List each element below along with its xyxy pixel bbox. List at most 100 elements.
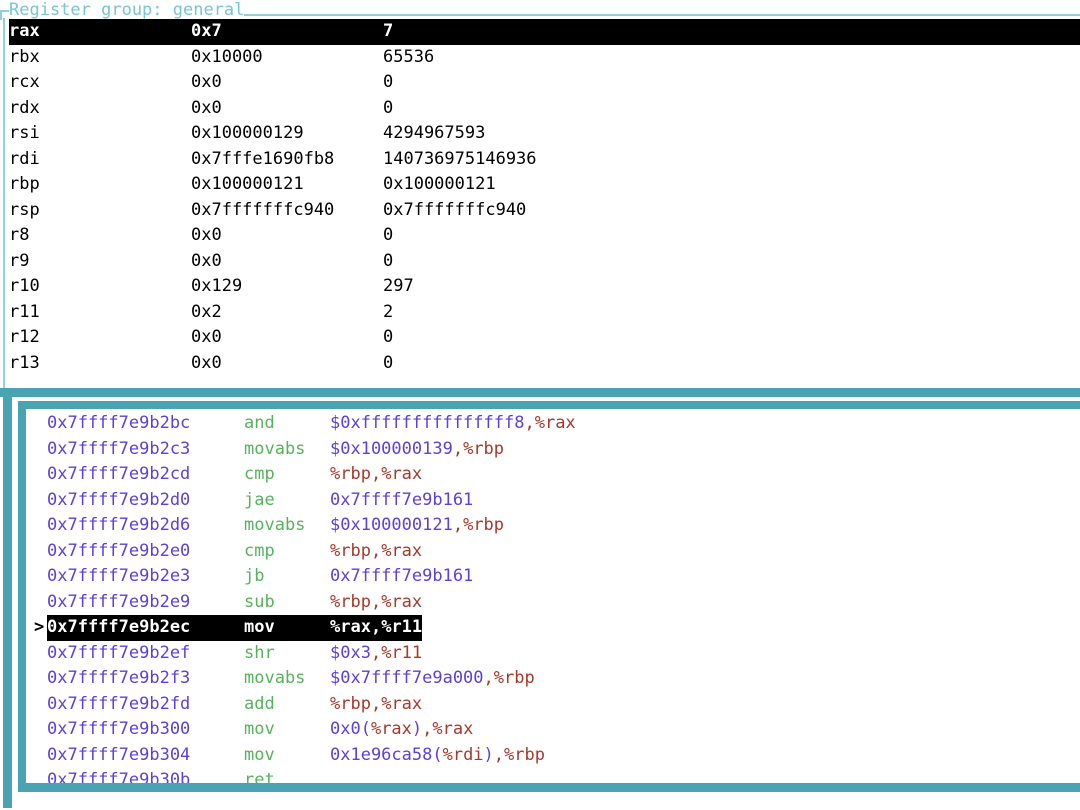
assembly-window-left-border (18, 401, 26, 791)
register-row[interactable]: r8 0x0 0 (9, 223, 1080, 249)
register-name: rsi (9, 123, 40, 143)
register-row[interactable]: r13 0x0 0 (9, 351, 1080, 377)
operand-token-punct: , (422, 719, 433, 739)
register-row[interactable]: rax 0x7 7 (9, 19, 1080, 45)
instruction-operands: $0x100000139,%rbp (330, 437, 504, 463)
register-row[interactable]: rbx 0x10000 65536 (9, 45, 1080, 71)
register-natural-value: 4294967593 (383, 123, 486, 143)
register-natural-value: 140736975146936 (383, 148, 537, 169)
register-natural-value: 0x100000121 (383, 174, 496, 194)
instruction-operands: $0xfffffffffffffff8,%rax (330, 411, 576, 437)
disassembly-line[interactable]: 0x7ffff7e9b2f3 movabs $0x7ffff7e9a000,%rbp (26, 666, 1080, 692)
instruction-mnemonic: cmp (244, 464, 275, 484)
disassembly-line-content: 0x7ffff7e9b2d0 jae 0x7ffff7e9b161 (47, 488, 473, 514)
disassembly-line-content: 0x7ffff7e9b2bc and $0xfffffffffffffff8,%ra… (47, 411, 576, 437)
register-name: rbx (9, 46, 40, 67)
register-natural-value: 7 (383, 21, 394, 41)
disassembly-line[interactable]: 0x7ffff7e9b304 mov 0x1e96ca58(%rdi),%rbp (26, 743, 1080, 769)
instruction-address: 0x7ffff7e9b2ec (47, 617, 191, 637)
operand-token-imm: $0x3 (330, 642, 371, 663)
register-row[interactable]: r11 0x2 2 (9, 300, 1080, 326)
disassembly-line[interactable]: 0x7ffff7e9b2c3 movabs $0x100000139,%rbp (26, 437, 1080, 463)
register-row[interactable]: rcx 0x0 0 (9, 70, 1080, 96)
disassembly-line-content: 0x7ffff7e9b30b ret (47, 768, 330, 783)
instruction-operands: $0x100000121,%rbp (330, 513, 504, 539)
disassembly-line[interactable]: 0x7ffff7e9b2e3 jb 0x7ffff7e9b161 (26, 564, 1080, 590)
operand-token-imm: $0xfffffffffffffff8 (330, 413, 525, 433)
instruction-mnemonic: jae (244, 489, 275, 510)
register-natural-value: 0 (383, 225, 394, 245)
disassembly-line-content: 0x7ffff7e9b2f3 movabs $0x7ffff7e9a000,%rbp (47, 666, 535, 692)
operand-token-reg: %rbp (463, 438, 505, 459)
operand-token-reg: %rdi (442, 744, 484, 765)
instruction-address: 0x7ffff7e9b30b (47, 770, 191, 783)
register-row[interactable]: rdi 0x7fffe1690fb8 140736975146936 (9, 147, 1080, 173)
disassembly-line[interactable]: 0x7ffff7e9b30b ret (26, 768, 1080, 783)
operand-token-punct: , (370, 693, 382, 714)
register-raw-value: 0x2 (191, 301, 222, 322)
disassembly-line-content: 0x7ffff7e9b2ef shr $0x3,%r11 (47, 641, 422, 667)
register-row[interactable]: r9 0x0 0 (9, 249, 1080, 275)
disassembly-line[interactable]: 0x7ffff7e9b2e0 cmp %rbp,%rax (26, 539, 1080, 565)
operand-token-reg: %r11 (381, 642, 423, 663)
operand-token-reg: %rax (370, 719, 412, 739)
register-row[interactable]: r12 0x0 0 (9, 325, 1080, 351)
register-list[interactable]: rax 0x7 7 rbx 0x10000 65536 rcx 0x0 0 rdx 0x0 0 rsi 0… (9, 19, 1080, 376)
operand-token-reg: %rax (381, 464, 423, 484)
operand-token-reg: %rbp (330, 693, 371, 714)
disassembly-line[interactable]: 0x7ffff7e9b2d6 movabs $0x100000121,%rbp (26, 513, 1080, 539)
instruction-address: 0x7ffff7e9b2c3 (47, 438, 191, 459)
register-row[interactable]: rsi 0x100000129 4294967593 (9, 121, 1080, 147)
disassembly-line-content: 0x7ffff7e9b2e0 cmp %rbp,%rax (47, 539, 422, 565)
register-row[interactable]: rsp 0x7fffffffc940 0x7fffffffc940 (9, 198, 1080, 224)
operand-token-punct: , (483, 668, 494, 688)
instruction-operands: $0x3,%r11 (330, 641, 422, 667)
disassembly-line-content: 0x7ffff7e9b2d6 movabs $0x100000121,%rbp (47, 513, 504, 539)
instruction-address: 0x7ffff7e9b2bc (47, 413, 191, 433)
instruction-mnemonic: shr (244, 642, 275, 663)
register-window-left-border (3, 18, 5, 388)
instruction-mnemonic: mov (244, 617, 275, 637)
disassembly-line[interactable]: 0x7ffff7e9b300 mov 0x0(%rax),%rax (26, 717, 1080, 743)
assembly-window-top-border (18, 401, 1080, 409)
instruction-address: 0x7ffff7e9b2fd (47, 693, 191, 714)
disassembly-line[interactable]: 0x7ffff7e9b2ef shr $0x3,%r11 (26, 641, 1080, 667)
assembly-window[interactable]: 0x7ffff7e9b2bc and $0xfffffffffffffff8,%ra… (0, 397, 1080, 810)
operand-token-punct: , (370, 591, 382, 612)
operand-token-reg: %rax (381, 540, 423, 561)
instruction-mnemonic: add (244, 693, 275, 714)
disassembly-line-content: 0x7ffff7e9b2cd cmp %rbp,%rax (47, 462, 422, 488)
register-row[interactable]: r10 0x129 297 (9, 274, 1080, 300)
disassembly-line-content: 0x7ffff7e9b304 mov 0x1e96ca58(%rdi),%rbp (47, 743, 545, 769)
instruction-operands: %rbp,%rax (330, 692, 422, 718)
register-window-title: Register group: general (9, 0, 245, 20)
instruction-address: 0x7ffff7e9b2d6 (47, 515, 191, 535)
register-name: r10 (9, 276, 40, 296)
disassembly-line-current[interactable]: >0x7ffff7e9b2ec mov %rax,%r11 (26, 615, 1080, 641)
register-row[interactable]: rbp 0x100000121 0x100000121 (9, 172, 1080, 198)
instruction-mnemonic: mov (244, 719, 275, 739)
title-horizontal-rule (244, 14, 1080, 16)
operand-token-reg: %rbp (330, 464, 371, 484)
register-raw-value: 0x100000129 (191, 123, 304, 143)
operand-token-punct: , (370, 617, 382, 637)
operand-token-reg: %rbp (493, 668, 535, 688)
register-name: rsp (9, 199, 40, 220)
disassembly-line[interactable]: 0x7ffff7e9b2cd cmp %rbp,%rax (26, 462, 1080, 488)
register-name: rax (9, 21, 40, 41)
disassembly-list[interactable]: 0x7ffff7e9b2bc and $0xfffffffffffffff8,%ra… (26, 411, 1080, 783)
instruction-operands: %rbp,%rax (330, 539, 422, 565)
register-row[interactable]: rdx 0x0 0 (9, 96, 1080, 122)
register-natural-value: 0 (383, 72, 394, 92)
register-name: rcx (9, 72, 40, 92)
register-window[interactable]: Register group: general rax 0x7 7 rbx 0x1000… (0, 0, 1080, 388)
disassembly-line[interactable]: 0x7ffff7e9b2fd add %rbp,%rax (26, 692, 1080, 718)
disassembly-line[interactable]: 0x7ffff7e9b2d0 jae 0x7ffff7e9b161 (26, 488, 1080, 514)
operand-token-reg: %r11 (381, 617, 423, 637)
operand-token-reg: %rax (534, 413, 576, 433)
disassembly-line[interactable]: 0x7ffff7e9b2bc and $0xfffffffffffffff8,%ra… (26, 411, 1080, 437)
register-name: rdi (9, 148, 40, 169)
register-raw-value: 0x129 (191, 276, 243, 296)
instruction-operands: 0x7ffff7e9b161 (330, 488, 473, 514)
disassembly-line[interactable]: 0x7ffff7e9b2e9 sub %rbp,%rax (26, 590, 1080, 616)
